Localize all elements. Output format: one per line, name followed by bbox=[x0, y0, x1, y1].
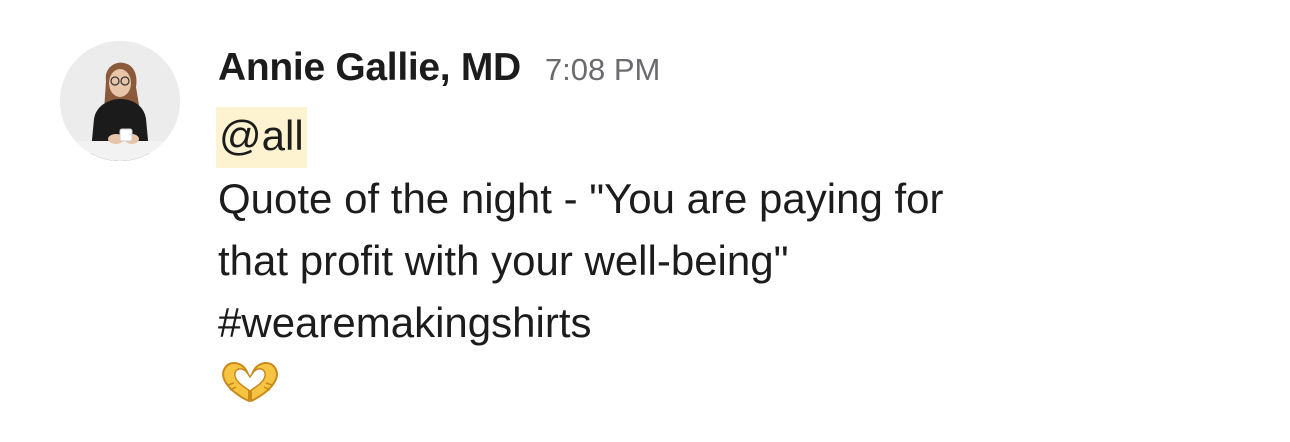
avatar-photo bbox=[60, 41, 180, 161]
message-line: that profit with your well-being" bbox=[218, 237, 789, 284]
avatar[interactable] bbox=[60, 41, 180, 161]
heart-hands-icon bbox=[222, 362, 278, 402]
message-timestamp[interactable]: 7:08 PM bbox=[545, 52, 660, 88]
message-line: Quote of the night - "You are paying for bbox=[218, 175, 944, 222]
chat-message: Annie Gallie, MD 7:08 PM @all Quote of t… bbox=[0, 0, 1290, 442]
hashtag[interactable]: #wearemakingshirts bbox=[218, 292, 1218, 354]
heart-hands-emoji bbox=[218, 357, 282, 405]
message-header: Annie Gallie, MD 7:08 PM bbox=[218, 46, 660, 96]
message-body: Quote of the night - "You are paying for… bbox=[218, 168, 1218, 354]
author-name[interactable]: Annie Gallie, MD bbox=[218, 46, 521, 90]
mention-all[interactable]: @all bbox=[216, 107, 307, 168]
